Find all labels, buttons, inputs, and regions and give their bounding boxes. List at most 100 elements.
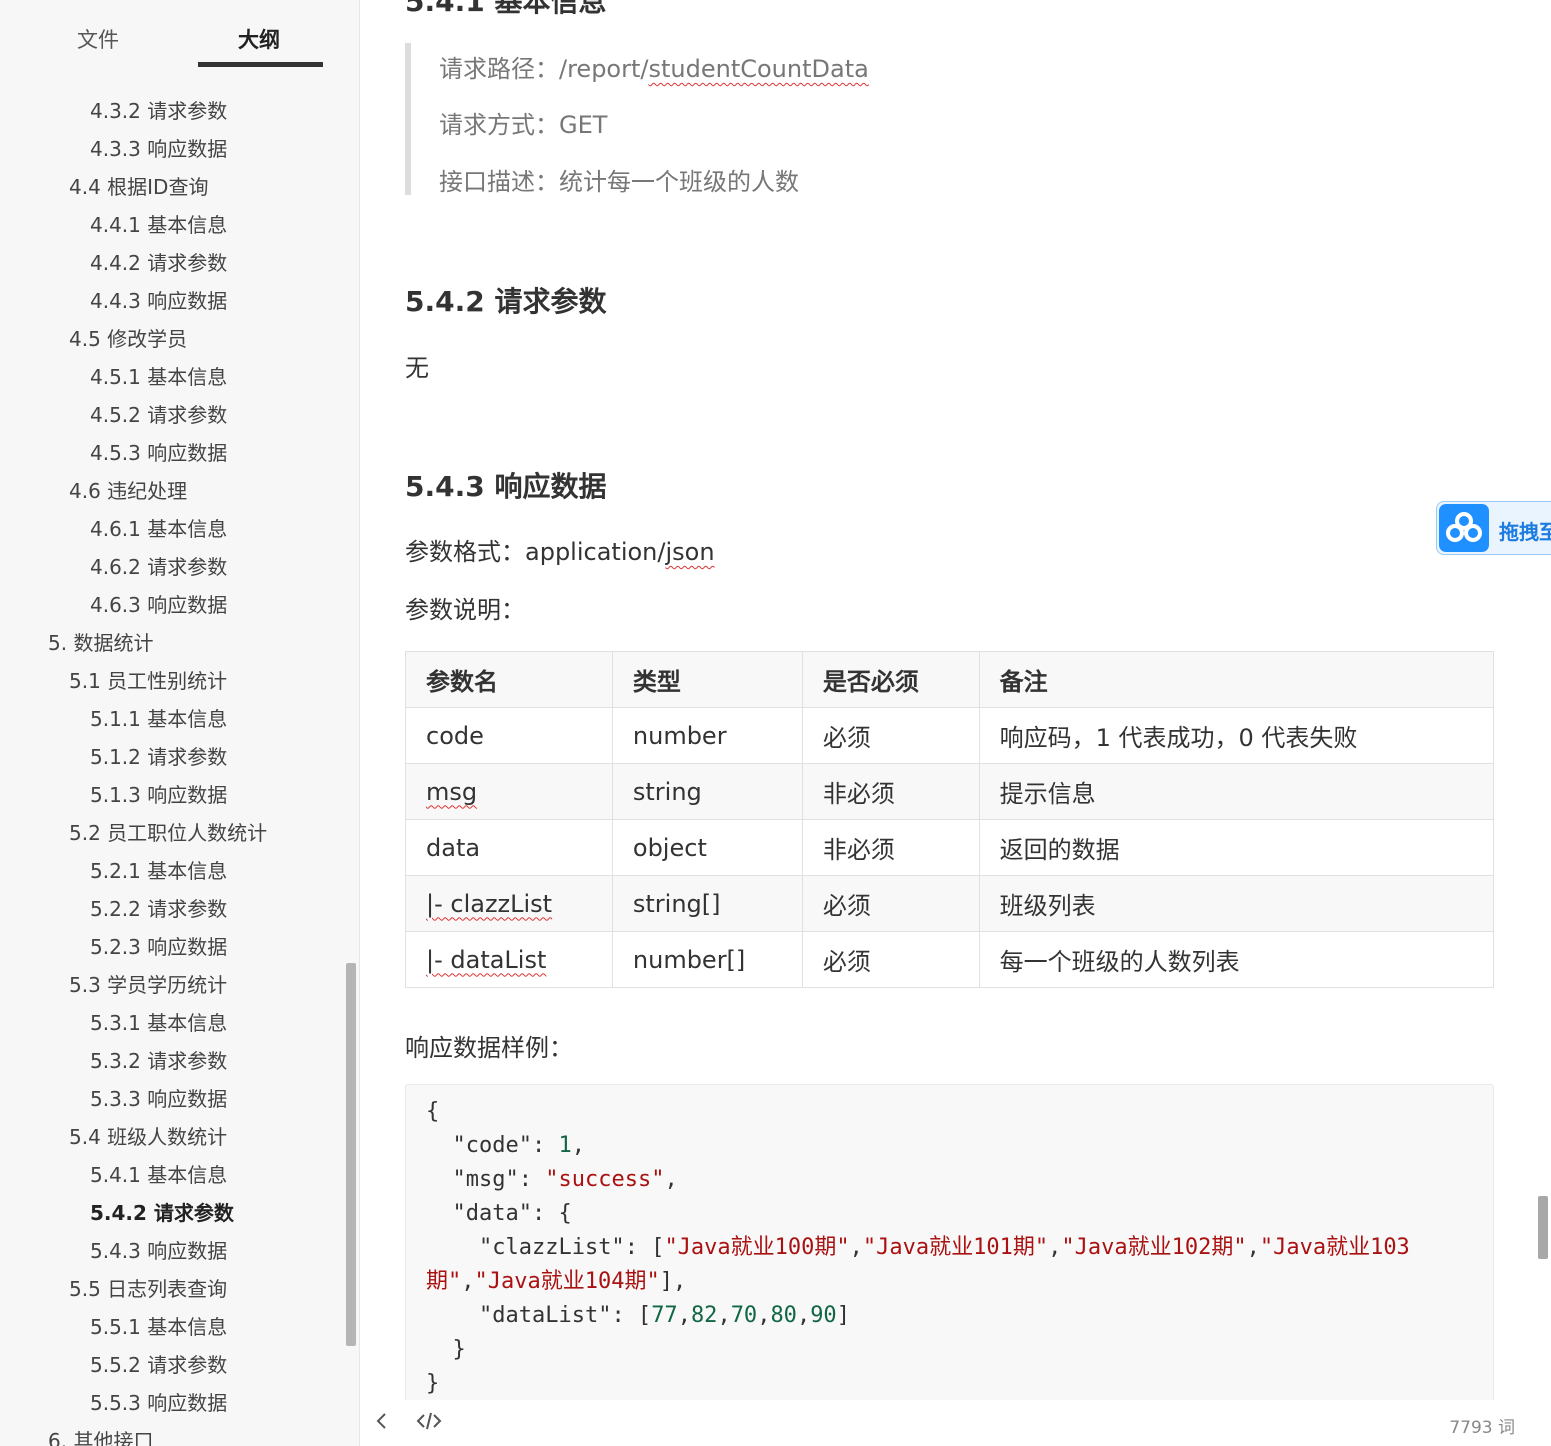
code-block[interactable]: { "code": 1, "msg": "success", "data": {… xyxy=(405,1084,1494,1404)
outline-item[interactable]: 4.4.3 响应数据 xyxy=(90,286,227,316)
word-count[interactable]: 7793 词 xyxy=(1449,1413,1515,1438)
outline-item[interactable]: 4.3.2 请求参数 xyxy=(90,96,227,126)
collapse-sidebar-icon[interactable] xyxy=(374,1410,390,1438)
header-required: 是否必须 xyxy=(801,651,980,708)
content-scrollbar[interactable] xyxy=(1538,1196,1548,1259)
outline-item[interactable]: 5.2 员工职位人数统计 xyxy=(69,818,267,848)
table-cell: |- clazzList xyxy=(405,875,613,932)
header-remark: 备注 xyxy=(978,651,1495,708)
outline-sidebar: 文件 大纲 4.3.2 请求参数 4.3.3 响应数据 4.4 根据ID查询 4.4.… xyxy=(0,0,360,1446)
outline-item[interactable]: 5.4 班级人数统计 xyxy=(69,1122,227,1152)
header-type: 类型 xyxy=(611,651,803,708)
outline-item[interactable]: 4.3.3 响应数据 xyxy=(90,134,227,164)
table-cell: 提示信息 xyxy=(978,763,1495,820)
outline-item[interactable]: 5.3.3 响应数据 xyxy=(90,1084,227,1114)
code-line: 期","Java就业104期"], xyxy=(426,1269,687,1294)
table-cell: 班级列表 xyxy=(978,875,1495,932)
outline-item[interactable]: 4.5.1 基本信息 xyxy=(90,362,227,392)
drag-upload-widget[interactable]: 拖拽至 xyxy=(1436,501,1551,555)
table-cell: 响应码，1 代表成功，0 代表失败 xyxy=(978,707,1495,764)
table-row: data object 非必须 返回的数据 xyxy=(405,819,1495,876)
table-cell: 必须 xyxy=(801,707,980,764)
outline-item[interactable]: 5.1.2 请求参数 xyxy=(90,742,227,772)
outline-item[interactable]: 5.4.2 请求参数 xyxy=(90,1198,234,1228)
table-row: |- clazzList string[] 必须 班级列表 xyxy=(405,875,1495,932)
outline-item[interactable]: 4.5 修改学员 xyxy=(69,324,187,354)
outline-item[interactable]: 5.1.1 基本信息 xyxy=(90,704,227,734)
table-cell: 必须 xyxy=(801,931,980,988)
table-cell: object xyxy=(611,819,803,876)
outline-item[interactable]: 4.4.2 请求参数 xyxy=(90,248,227,278)
sidebar-scrollbar[interactable] xyxy=(346,963,356,1346)
basic-info-quote: 请求路径：/report/studentCountData 请求方式：GET 接… xyxy=(405,43,1105,196)
table-row: |- dataList number[] 必须 每一个班级的人数列表 xyxy=(405,931,1495,988)
table-cell: string[] xyxy=(611,875,803,932)
outline-item[interactable]: 4.6 违纪处理 xyxy=(69,476,187,506)
table-cell: 非必须 xyxy=(801,819,980,876)
outline-item[interactable]: 5. 数据统计 xyxy=(48,628,153,658)
outline-item[interactable]: 5.2.3 响应数据 xyxy=(90,932,227,962)
sidebar-tabs: 文件 大纲 xyxy=(0,0,359,70)
table-cell: 必须 xyxy=(801,875,980,932)
code-line: } xyxy=(452,1337,466,1362)
outline-item[interactable]: 4.4 根据ID查询 xyxy=(69,172,208,202)
table-cell: 返回的数据 xyxy=(978,819,1495,876)
outline-item[interactable]: 4.4.1 基本信息 xyxy=(90,210,227,240)
code-line: } xyxy=(426,1371,440,1396)
table-cell: |- dataList xyxy=(405,931,613,988)
outline-item[interactable]: 5.2.1 基本信息 xyxy=(90,856,227,886)
source-code-icon[interactable] xyxy=(416,1410,442,1438)
outline-item[interactable]: 5.4.3 响应数据 xyxy=(90,1236,227,1266)
outline-item[interactable]: 5.1 员工性别统计 xyxy=(69,666,227,696)
status-bar: 7793 词 xyxy=(360,1400,1551,1446)
tab-outline[interactable]: 大纲 xyxy=(238,24,280,54)
param-description-label: 参数说明： xyxy=(405,596,525,624)
outline-item[interactable]: 4.6.3 响应数据 xyxy=(90,590,227,620)
table-cell: msg xyxy=(405,763,613,820)
code-line: "msg": "success", xyxy=(452,1167,678,1192)
code-line: "dataList": [77,82,70,80,90] xyxy=(478,1303,850,1328)
cloud-logo-icon xyxy=(1439,504,1489,552)
params-none-text: 无 xyxy=(405,354,429,382)
table-cell: 非必须 xyxy=(801,763,980,820)
outline-item[interactable]: 5.4.1 基本信息 xyxy=(90,1160,227,1190)
tab-files[interactable]: 文件 xyxy=(77,24,119,54)
document-content: 5.4.1 基本信息 请求路径：/report/studentCountData… xyxy=(360,0,1551,1446)
tab-active-indicator xyxy=(198,62,323,67)
outline-item[interactable]: 5.3 学员学历统计 xyxy=(69,970,227,1000)
table-header-row: 参数名 类型 是否必须 备注 xyxy=(405,651,1495,708)
outline-item[interactable]: 5.5 日志列表查询 xyxy=(69,1274,227,1304)
table-cell: number[] xyxy=(611,931,803,988)
params-table: 参数名 类型 是否必须 备注 code number 必须 响应码，1 代表成功… xyxy=(405,651,1495,988)
table-cell: string xyxy=(611,763,803,820)
outline-item[interactable]: 5.1.3 响应数据 xyxy=(90,780,227,810)
heading-response-data: 5.4.3 响应数据 xyxy=(405,470,607,503)
outline-item[interactable]: 5.5.2 请求参数 xyxy=(90,1350,227,1380)
outline-item[interactable]: 6. 其他接口 xyxy=(48,1426,153,1446)
outline-item[interactable]: 5.5.1 基本信息 xyxy=(90,1312,227,1342)
outline-item[interactable]: 4.6.2 请求参数 xyxy=(90,552,227,582)
outline-item[interactable]: 4.5.3 响应数据 xyxy=(90,438,227,468)
code-line: "data": { xyxy=(452,1201,572,1226)
code-line: "clazzList": ["Java就业100期","Java就业101期",… xyxy=(478,1235,1410,1260)
table-cell: code xyxy=(405,707,613,764)
code-line: "code": 1, xyxy=(452,1133,585,1158)
table-cell: number xyxy=(611,707,803,764)
outline-item[interactable]: 4.6.1 基本信息 xyxy=(90,514,227,544)
outline-item[interactable]: 4.5.2 请求参数 xyxy=(90,400,227,430)
outline-item[interactable]: 5.3.1 基本信息 xyxy=(90,1008,227,1038)
param-format: 参数格式：application/json xyxy=(405,538,715,566)
outline-cut-item xyxy=(160,68,200,76)
request-path: 请求路径：/report/studentCountData xyxy=(439,55,869,83)
table-cell: 每一个班级的人数列表 xyxy=(978,931,1495,988)
table-cell: data xyxy=(405,819,613,876)
code-line: { xyxy=(426,1099,440,1124)
table-row: msg string 非必须 提示信息 xyxy=(405,763,1495,820)
interface-description: 接口描述：统计每一个班级的人数 xyxy=(439,168,799,196)
outline-item[interactable]: 5.3.2 请求参数 xyxy=(90,1046,227,1076)
table-row: code number 必须 响应码，1 代表成功，0 代表失败 xyxy=(405,707,1495,764)
response-sample-label: 响应数据样例： xyxy=(405,1034,573,1062)
outline-item[interactable]: 5.5.3 响应数据 xyxy=(90,1388,227,1418)
header-param-name: 参数名 xyxy=(405,651,613,708)
outline-item[interactable]: 5.2.2 请求参数 xyxy=(90,894,227,924)
